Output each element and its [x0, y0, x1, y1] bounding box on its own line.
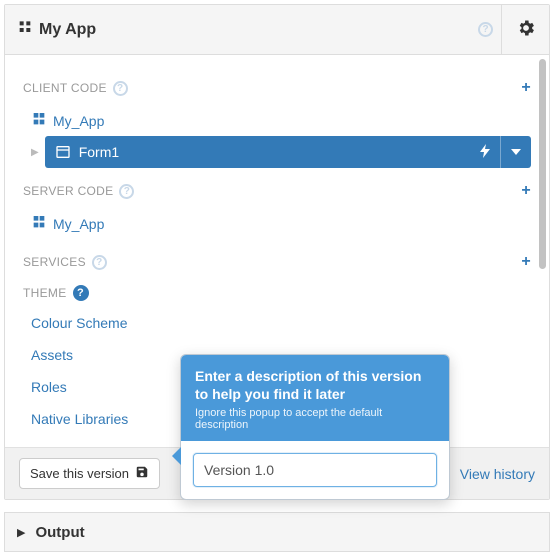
- app-title: My App: [39, 21, 478, 39]
- popover-header: Enter a description of this version to h…: [181, 355, 449, 441]
- form-icon: [55, 144, 71, 160]
- view-history-link[interactable]: View history: [460, 466, 535, 482]
- section-theme: THEME ?: [23, 285, 531, 301]
- output-panel-header[interactable]: ▶ Output: [4, 512, 550, 552]
- form-row: ▶ Form1: [23, 136, 531, 168]
- popover-title: Enter a description of this version to h…: [195, 367, 435, 403]
- add-client-code-button[interactable]: +: [521, 79, 531, 97]
- output-label: Output: [35, 524, 84, 541]
- section-label: THEME: [23, 286, 67, 300]
- section-services: SERVICES ? +: [23, 253, 531, 271]
- form-dropdown-button[interactable]: [500, 136, 531, 168]
- app-icon: [17, 20, 33, 39]
- gear-icon: [516, 18, 536, 41]
- add-server-code-button[interactable]: +: [521, 182, 531, 200]
- theme-item-label: Roles: [31, 379, 67, 395]
- section-label: SERVER CODE: [23, 184, 113, 198]
- form-item-selected[interactable]: Form1: [45, 136, 531, 168]
- help-icon[interactable]: ?: [478, 22, 493, 37]
- help-icon[interactable]: ?: [73, 285, 89, 301]
- theme-item-colour-scheme[interactable]: Colour Scheme: [23, 309, 531, 337]
- bolt-icon[interactable]: [470, 144, 500, 161]
- section-label: CLIENT CODE: [23, 81, 107, 95]
- add-service-button[interactable]: +: [521, 253, 531, 271]
- client-module-label: My_App: [53, 113, 104, 129]
- help-icon[interactable]: ?: [92, 255, 107, 270]
- section-client-code: CLIENT CODE ? +: [23, 79, 531, 97]
- version-description-popover: Enter a description of this version to h…: [180, 354, 450, 500]
- expand-caret[interactable]: ▶: [31, 147, 39, 158]
- version-description-input[interactable]: [193, 453, 437, 487]
- section-server-code: SERVER CODE ? +: [23, 182, 531, 200]
- help-icon[interactable]: ?: [119, 184, 134, 199]
- chevron-right-icon: ▶: [17, 526, 25, 539]
- module-icon: [31, 111, 47, 130]
- client-module-item[interactable]: My_App: [23, 105, 531, 136]
- module-icon: [31, 214, 47, 233]
- server-module-item[interactable]: My_App: [23, 208, 531, 239]
- theme-item-label: Colour Scheme: [31, 315, 128, 331]
- popover-subtitle: Ignore this popup to accept the default …: [195, 407, 435, 431]
- app-header: My App ?: [5, 5, 549, 55]
- theme-item-label: Assets: [31, 347, 73, 363]
- save-button-label: Save this version: [30, 466, 129, 481]
- settings-button[interactable]: [501, 5, 549, 55]
- save-icon: [135, 465, 149, 482]
- section-label: SERVICES: [23, 255, 86, 269]
- form-label: Form1: [79, 144, 470, 160]
- help-icon[interactable]: ?: [113, 81, 128, 96]
- save-version-button[interactable]: Save this version: [19, 458, 160, 489]
- server-module-label: My_App: [53, 216, 104, 232]
- theme-item-label: Native Libraries: [31, 411, 128, 427]
- scrollbar[interactable]: [539, 59, 546, 269]
